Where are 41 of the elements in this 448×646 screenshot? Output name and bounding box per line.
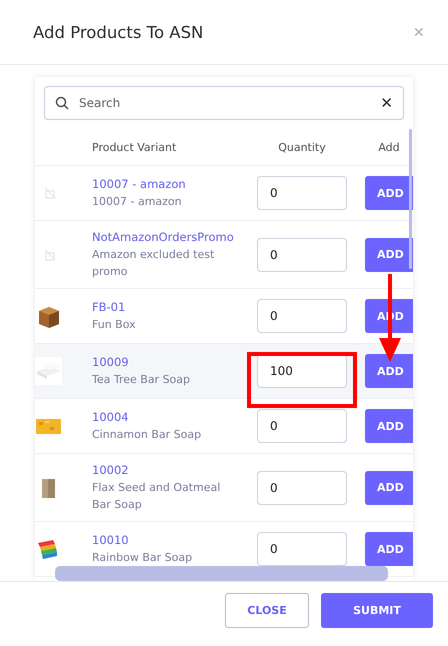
quantity-input[interactable]: 0	[257, 238, 347, 272]
clear-button[interactable]: ✕	[380, 94, 393, 112]
image-placeholder-icon	[43, 248, 57, 262]
quantity-input[interactable]: 0	[257, 409, 347, 443]
search-field[interactable]: Search ✕	[44, 86, 404, 120]
close-button[interactable]: CLOSE	[225, 592, 309, 628]
scrollbar[interactable]	[55, 566, 388, 581]
quantity-input[interactable]: 100	[257, 354, 347, 388]
add-button[interactable]: ADD	[365, 238, 413, 272]
product-name: Flax Seed and Oatmeal Bar Soap	[92, 480, 222, 513]
add-button[interactable]: ADD	[365, 176, 413, 210]
product-sku-link[interactable]: 10004	[92, 409, 239, 426]
close-button[interactable]: ×	[413, 22, 424, 42]
submit-button[interactable]: SUBMIT	[321, 592, 433, 628]
add-button[interactable]: ADD	[365, 532, 413, 566]
product-sku-link[interactable]: 10010	[92, 532, 239, 549]
dialog-title: Add Products To ASN	[33, 22, 204, 42]
scrollbar[interactable]	[409, 129, 412, 269]
add-button[interactable]: ADD	[365, 470, 413, 504]
product-sku-link[interactable]: NotAmazonOrdersPromo	[92, 229, 239, 246]
product-sku-link[interactable]: 10009	[92, 354, 239, 371]
product-name: 10007 - amazon	[92, 194, 183, 210]
product-name: Tea Tree Bar Soap	[92, 372, 192, 388]
column-header: Add	[378, 140, 400, 154]
quantity-input[interactable]: 0	[257, 299, 347, 333]
product-sku-link[interactable]: 10007 - amazon	[92, 176, 239, 193]
product-name: Rainbow Bar Soap	[92, 550, 194, 566]
product-name: Amazon excluded test promo	[92, 247, 216, 280]
product-sku-link[interactable]: 10002	[92, 462, 239, 479]
column-header: Quantity	[278, 140, 326, 154]
search-icon	[55, 96, 69, 110]
product-name: Fun Box	[92, 317, 137, 333]
add-button[interactable]: ADD	[365, 409, 413, 443]
add-button[interactable]: ADD	[365, 354, 413, 388]
quantity-input[interactable]: 0	[257, 532, 347, 566]
product-sku-link[interactable]: FB-01	[92, 299, 239, 316]
quantity-input[interactable]: 0	[257, 176, 347, 210]
product-name: Cinnamon Bar Soap	[92, 427, 202, 443]
image-placeholder-icon	[43, 186, 57, 200]
column-header: Product Variant	[92, 140, 178, 154]
quantity-input[interactable]: 0	[257, 470, 347, 504]
